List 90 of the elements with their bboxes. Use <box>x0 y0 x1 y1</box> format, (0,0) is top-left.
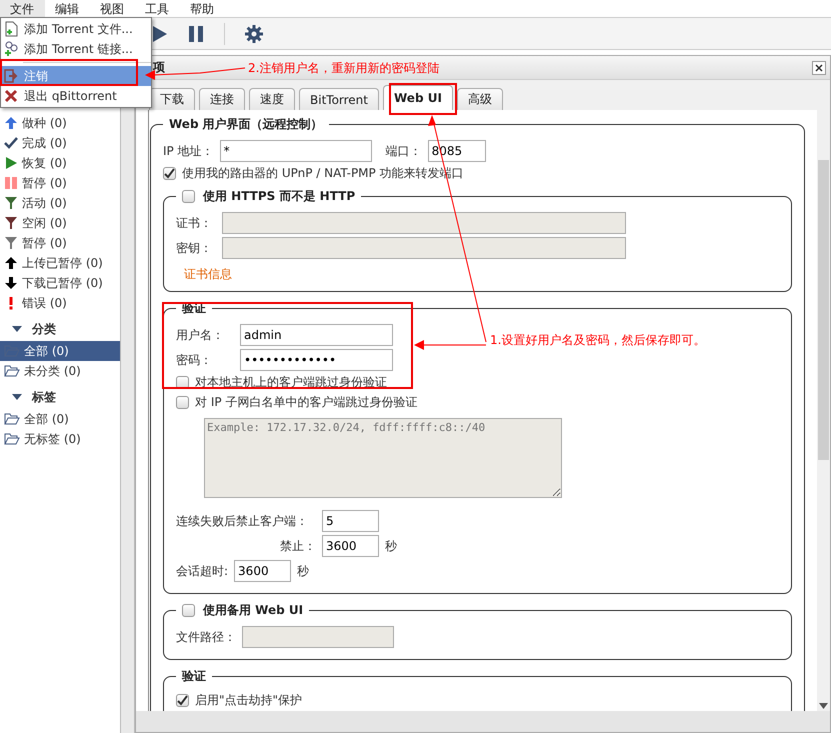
unit-label: 秒 <box>297 562 310 580</box>
password-field[interactable]: ••••••••••••• <box>240 349 393 371</box>
status-filter-item[interactable]: 暂停 (0) <box>0 233 120 253</box>
group-title: 使用备用 Web UI <box>203 602 304 619</box>
checkbox[interactable] <box>163 167 176 180</box>
checkbox-label: 对本地主机上的客户端跳过身份验证 <box>195 374 387 391</box>
input-field[interactable]: admin <box>240 324 393 346</box>
play-icon <box>4 156 18 170</box>
field-label: 端口： <box>386 142 422 160</box>
status-filter-item[interactable]: 下载已暂停 (0) <box>0 273 120 293</box>
checkbox[interactable] <box>176 694 189 707</box>
field-label: 文件路径： <box>176 628 236 646</box>
status-filter-item[interactable]: 错误 (0) <box>0 293 120 313</box>
up-arrow-icon <box>4 256 18 270</box>
menu-title[interactable]: 工具 <box>135 0 180 17</box>
sidebar-item[interactable]: 全部 (0) <box>0 341 120 361</box>
menu-title[interactable]: 文件 <box>0 0 45 17</box>
menu-item[interactable]: 退出 qBittorrent <box>1 86 151 106</box>
unit-label: 秒 <box>385 538 397 554</box>
status-filter-item[interactable]: 完成 (0) <box>0 133 120 153</box>
highlight-frame <box>389 83 457 115</box>
field-label: 会话超时: <box>176 562 228 580</box>
settings-icon[interactable] <box>245 24 263 42</box>
close-icon <box>815 64 823 72</box>
tab[interactable]: 高级 <box>456 88 503 110</box>
checkbox[interactable] <box>182 190 195 203</box>
field-label: 证书： <box>176 214 213 232</box>
check-icon <box>4 136 18 150</box>
field-label: 密钥： <box>176 240 213 256</box>
close-button[interactable] <box>812 60 826 74</box>
certificate-info-link[interactable]: 证书信息 <box>184 266 232 283</box>
field-label: 用户名： <box>176 326 225 344</box>
scrollbar[interactable] <box>817 110 830 711</box>
tab[interactable]: BitTorrent <box>299 88 379 110</box>
tab[interactable]: Web UI <box>383 85 453 110</box>
section-header[interactable]: 标签 <box>0 385 120 409</box>
status-filter-item[interactable]: 恢复 (0) <box>0 153 120 173</box>
menu-item[interactable]: 添加 Torrent 链接... <box>1 39 151 59</box>
tab[interactable]: 速度 <box>249 88 295 110</box>
up-arrow-icon <box>4 116 18 130</box>
dialog-title: 项 <box>153 59 165 76</box>
checkbox[interactable] <box>176 396 189 409</box>
annotation-text: 1.设置好用户名及密码，然后保存即可。 <box>490 332 706 349</box>
sidebar-item[interactable]: 全部 (0) <box>0 409 120 429</box>
folder-icon <box>4 365 20 377</box>
input-field[interactable]: * <box>220 140 372 162</box>
group-title: 验证 <box>180 668 207 685</box>
sidebar-item[interactable]: 未分类 (0) <box>0 361 120 381</box>
annotation-text: 2.注销用户名，重新用新的密码登陆 <box>248 60 440 77</box>
pause-icon <box>4 176 18 190</box>
close-icon <box>4 89 18 103</box>
menu-title[interactable]: 帮助 <box>180 0 225 17</box>
down-arrow-icon[interactable] <box>819 703 828 709</box>
status-filter-item[interactable]: 上传已暂停 (0) <box>0 253 120 273</box>
sidebar-item[interactable]: 无标签 (0) <box>0 429 120 449</box>
input-field[interactable]: 3600 <box>322 535 379 557</box>
tab[interactable]: 下载 <box>149 88 195 110</box>
section-header[interactable]: 分类 <box>0 317 120 341</box>
menu-item[interactable]: 添加 Torrent 文件... <box>1 19 151 39</box>
group-title: Web 用户界面（远程控制） <box>168 116 324 133</box>
checkbox[interactable] <box>182 604 195 617</box>
expand-caret-icon <box>12 393 22 401</box>
status-filter-item[interactable]: 暂停 (0) <box>0 173 120 193</box>
expand-caret-icon <box>12 325 22 333</box>
field-label: 禁止： <box>279 538 316 554</box>
folder-icon <box>4 413 20 425</box>
field-label: 连续失败后禁止客户端： <box>176 512 309 530</box>
file-icon <box>4 21 18 37</box>
field-label: 密码： <box>176 352 213 368</box>
filter-icon <box>4 196 18 210</box>
checkbox-label: 启用"点击劫持"保护 <box>195 692 302 709</box>
logout-icon <box>4 69 18 83</box>
field-label: IP 地址： <box>163 142 214 160</box>
menu-title[interactable]: 视图 <box>90 0 135 17</box>
down-arrow-icon <box>4 276 18 290</box>
status-filter-item[interactable]: 空闲 (0) <box>0 213 120 233</box>
status-filter-item[interactable]: 做种 (0) <box>0 113 120 133</box>
scrollbar-thumb[interactable] <box>818 160 829 460</box>
pause-icon[interactable] <box>188 24 204 42</box>
group-title: 使用 HTTPS 而不是 HTTP <box>203 188 356 205</box>
filter-icon <box>4 216 18 230</box>
checkbox-label: 对 IP 子网白名单中的客户端跳过身份验证 <box>195 394 418 411</box>
input-field[interactable]: 3600 <box>234 560 292 582</box>
input-field[interactable]: 5 <box>322 510 379 532</box>
link-icon <box>4 41 18 57</box>
folder-icon <box>4 433 20 445</box>
tab[interactable]: 连接 <box>199 88 245 110</box>
menu-title[interactable]: 编辑 <box>45 0 90 17</box>
status-filter-item[interactable]: 活动 (0) <box>0 193 120 213</box>
filter-icon <box>4 236 18 250</box>
